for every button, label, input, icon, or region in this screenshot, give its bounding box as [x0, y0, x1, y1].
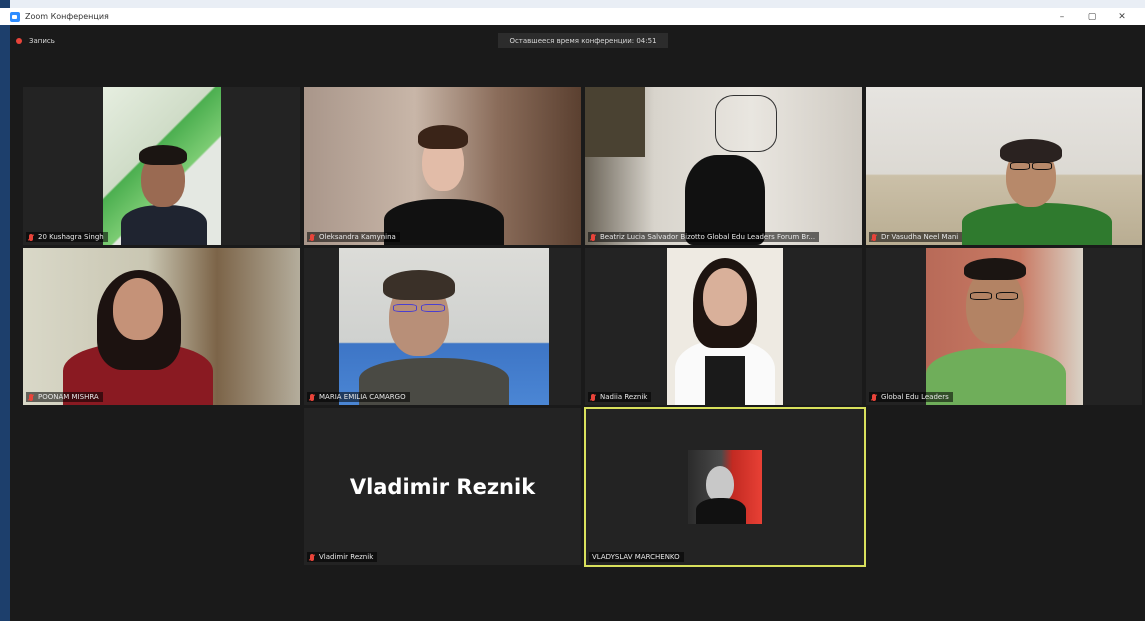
participant-tile[interactable]: Dr Vasudha Neel Mani — [866, 87, 1142, 245]
window-controls: – ▢ ✕ — [1047, 8, 1137, 25]
muted-mic-icon — [310, 393, 314, 401]
close-button[interactable]: ✕ — [1107, 12, 1137, 22]
participant-tile[interactable]: Beatriz Lucia Salvador Bizotto Global Ed… — [585, 87, 862, 245]
participant-name-tag: POONAM MISHRA — [26, 392, 103, 402]
participant-name-tag: MARIA EMILIA CAMARGO — [307, 392, 410, 402]
participant-avatar — [688, 450, 762, 524]
participant-name: Beatriz Lucia Salvador Bizotto Global Ed… — [600, 233, 816, 241]
participant-name-tag: Dr Vasudha Neel Mani — [869, 232, 963, 242]
participant-tile[interactable]: Oleksandra Kamynina — [304, 87, 581, 245]
participant-name-tag: Oleksandra Kamynina — [307, 232, 400, 242]
active-speaker-tile[interactable]: VLADYSLAV MARCHENKO — [584, 407, 866, 567]
participant-name: POONAM MISHRA — [38, 393, 99, 401]
participant-name-tag: VLADYSLAV MARCHENKO — [589, 552, 684, 562]
participant-name-tag: Nadiia Reznik — [588, 392, 652, 402]
muted-mic-icon — [591, 393, 595, 401]
maximize-button[interactable]: ▢ — [1077, 12, 1107, 22]
meeting-area: Запись Оставшееся время конференции: 04:… — [0, 25, 1145, 621]
meeting-timer: Оставшееся время конференции: 04:51 — [498, 33, 668, 48]
participant-name: 20 Kushagra Singh — [38, 233, 104, 241]
zoom-app-icon — [10, 11, 20, 22]
participant-name: Dr Vasudha Neel Mani — [881, 233, 959, 241]
participant-video — [103, 87, 221, 245]
participant-video — [339, 248, 549, 405]
window-titlebar: Zoom Конференция – ▢ ✕ — [0, 8, 1145, 25]
participant-name-tag: Vladimir Reznik — [307, 552, 378, 562]
muted-mic-icon — [29, 233, 33, 241]
participant-name: Global Edu Leaders — [881, 393, 949, 401]
muted-mic-icon — [310, 553, 314, 561]
recording-label: Запись — [29, 37, 55, 45]
participant-name: Nadiia Reznik — [600, 393, 648, 401]
participant-video — [926, 248, 1083, 405]
minimize-button[interactable]: – — [1047, 12, 1077, 22]
muted-mic-icon — [591, 233, 595, 241]
muted-mic-icon — [29, 393, 33, 401]
participant-tile[interactable]: Nadiia Reznik — [585, 248, 862, 405]
participant-video — [866, 87, 1142, 245]
participant-name: VLADYSLAV MARCHENKO — [592, 553, 680, 561]
participant-tile[interactable]: 20 Kushagra Singh — [23, 87, 300, 245]
participant-tile[interactable]: Vladimir Reznik Vladimir Reznik — [304, 408, 581, 565]
participant-tile[interactable]: Global Edu Leaders — [866, 248, 1142, 405]
participant-video — [585, 87, 862, 245]
muted-mic-icon — [310, 233, 314, 241]
participant-video — [667, 248, 783, 405]
muted-mic-icon — [872, 393, 876, 401]
participant-name-tag: Global Edu Leaders — [869, 392, 953, 402]
participant-tile[interactable]: MARIA EMILIA CAMARGO — [304, 248, 581, 405]
window-title: Zoom Конференция — [25, 12, 109, 21]
participant-name-tag: 20 Kushagra Singh — [26, 232, 108, 242]
slide-background-left — [0, 0, 10, 621]
participant-name: Vladimir Reznik — [319, 553, 374, 561]
participant-name-tag: Beatriz Lucia Salvador Bizotto Global Ed… — [588, 232, 820, 242]
participant-display-name: Vladimir Reznik — [349, 474, 536, 499]
participant-tile[interactable]: POONAM MISHRA — [23, 248, 300, 405]
recording-indicator[interactable]: Запись — [16, 37, 55, 45]
participant-video — [23, 248, 300, 405]
record-icon — [16, 38, 22, 44]
participant-name: MARIA EMILIA CAMARGO — [319, 393, 406, 401]
participant-name: Oleksandra Kamynina — [319, 233, 396, 241]
muted-mic-icon — [872, 233, 876, 241]
participant-video — [304, 87, 581, 245]
